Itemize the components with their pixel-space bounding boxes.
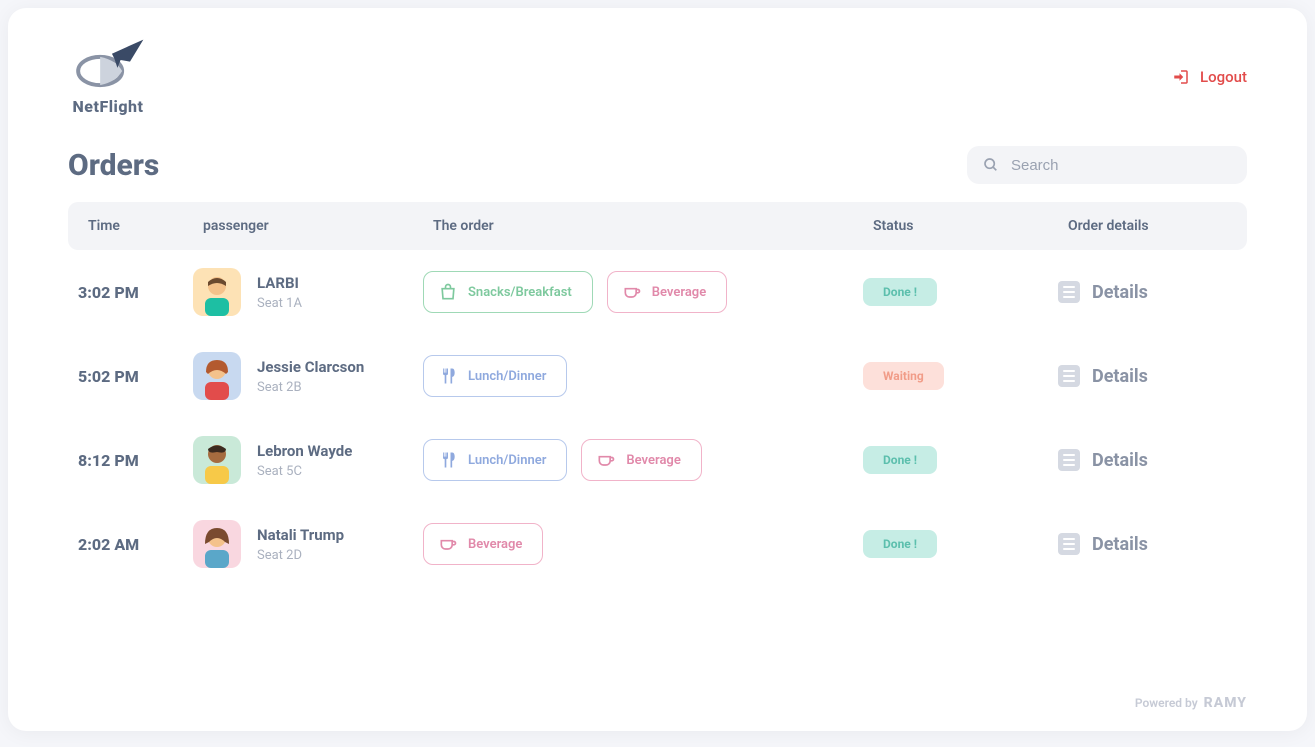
chip-lunch: Lunch/Dinner <box>423 439 567 481</box>
chip-snacks: Snacks/Breakfast <box>423 271 593 313</box>
order-cell: Lunch/Dinner <box>423 355 863 397</box>
chip-beverage: Beverage <box>581 439 701 481</box>
search-box[interactable] <box>967 146 1247 184</box>
logout-label: Logout <box>1200 68 1247 86</box>
cup-icon <box>622 282 642 302</box>
details-button[interactable]: Details <box>1058 533 1227 555</box>
passenger-cell: Jessie Clarcson Seat 2B <box>193 352 423 400</box>
col-order: The order <box>433 218 873 234</box>
app-shell: NetFlight Logout Orders Time passenger T… <box>8 8 1307 731</box>
time-cell: 5:02 PM <box>78 367 193 386</box>
table-row: 5:02 PM Jessie Clarcson Seat 2B Lunch/Di… <box>68 334 1247 418</box>
passenger-seat: Seat 5C <box>257 464 352 479</box>
passenger-cell: Natali Trump Seat 2D <box>193 520 423 568</box>
powered-by-label: Powered by <box>1135 696 1198 710</box>
table-row: 8:12 PM Lebron Wayde Seat 5C Lunch/Dinne… <box>68 418 1247 502</box>
order-cell: Lunch/Dinner Beverage <box>423 439 863 481</box>
plane-globe-icon <box>68 38 148 93</box>
fork-knife-icon <box>438 450 458 470</box>
status-cell: Done ! <box>863 446 1058 474</box>
bag-icon <box>438 282 458 302</box>
list-icon <box>1058 281 1080 303</box>
status-badge-done: Done ! <box>863 446 937 474</box>
status-cell: Done ! <box>863 278 1058 306</box>
logout-button[interactable]: Logout <box>1172 68 1247 86</box>
table-row: 3:02 PM LARBI Seat 1A Snacks/Breakfast B… <box>68 250 1247 334</box>
avatar <box>193 268 241 316</box>
details-button[interactable]: Details <box>1058 281 1227 303</box>
chip-lunch: Lunch/Dinner <box>423 355 567 397</box>
chip-beverage: Beverage <box>423 523 543 565</box>
cup-icon <box>596 450 616 470</box>
passenger-name: Natali Trump <box>257 526 344 544</box>
passenger-name: Lebron Wayde <box>257 442 352 460</box>
col-status: Status <box>873 218 1068 234</box>
col-passenger: passenger <box>203 218 433 234</box>
passenger-name: Jessie Clarcson <box>257 358 364 376</box>
details-button[interactable]: Details <box>1058 365 1227 387</box>
avatar <box>193 520 241 568</box>
list-icon <box>1058 365 1080 387</box>
table-row: 2:02 AM Natali Trump Seat 2D Beverage Do… <box>68 502 1247 586</box>
list-icon <box>1058 533 1080 555</box>
header: NetFlight Logout <box>68 38 1247 116</box>
page-title: Orders <box>68 148 159 183</box>
status-cell: Waiting <box>863 362 1058 390</box>
order-cell: Beverage <box>423 523 863 565</box>
table-header: Time passenger The order Status Order de… <box>68 202 1247 250</box>
list-icon <box>1058 449 1080 471</box>
passenger-cell: Lebron Wayde Seat 5C <box>193 436 423 484</box>
status-cell: Done ! <box>863 530 1058 558</box>
passenger-cell: LARBI Seat 1A <box>193 268 423 316</box>
details-button[interactable]: Details <box>1058 449 1227 471</box>
footer: Powered by RAMY <box>1135 695 1247 711</box>
passenger-seat: Seat 2D <box>257 548 344 563</box>
time-cell: 8:12 PM <box>78 451 193 470</box>
logout-icon <box>1172 68 1190 86</box>
avatar <box>193 436 241 484</box>
status-badge-done: Done ! <box>863 278 937 306</box>
order-cell: Snacks/Breakfast Beverage <box>423 271 863 313</box>
passenger-seat: Seat 1A <box>257 296 302 311</box>
titlebar: Orders <box>68 146 1247 184</box>
fork-knife-icon <box>438 366 458 386</box>
col-details: Order details <box>1068 218 1227 234</box>
brand-name: NetFlight <box>73 97 144 116</box>
cup-icon <box>438 534 458 554</box>
status-badge-done: Done ! <box>863 530 937 558</box>
col-time: Time <box>88 218 203 234</box>
avatar <box>193 352 241 400</box>
chip-beverage: Beverage <box>607 271 727 313</box>
search-input[interactable] <box>1011 157 1231 174</box>
time-cell: 3:02 PM <box>78 283 193 302</box>
search-icon <box>983 156 999 174</box>
footer-brand: RAMY <box>1204 695 1247 711</box>
passenger-name: LARBI <box>257 274 302 292</box>
status-badge-waiting: Waiting <box>863 362 944 390</box>
passenger-seat: Seat 2B <box>257 380 364 395</box>
time-cell: 2:02 AM <box>78 535 193 554</box>
logo: NetFlight <box>68 38 148 116</box>
